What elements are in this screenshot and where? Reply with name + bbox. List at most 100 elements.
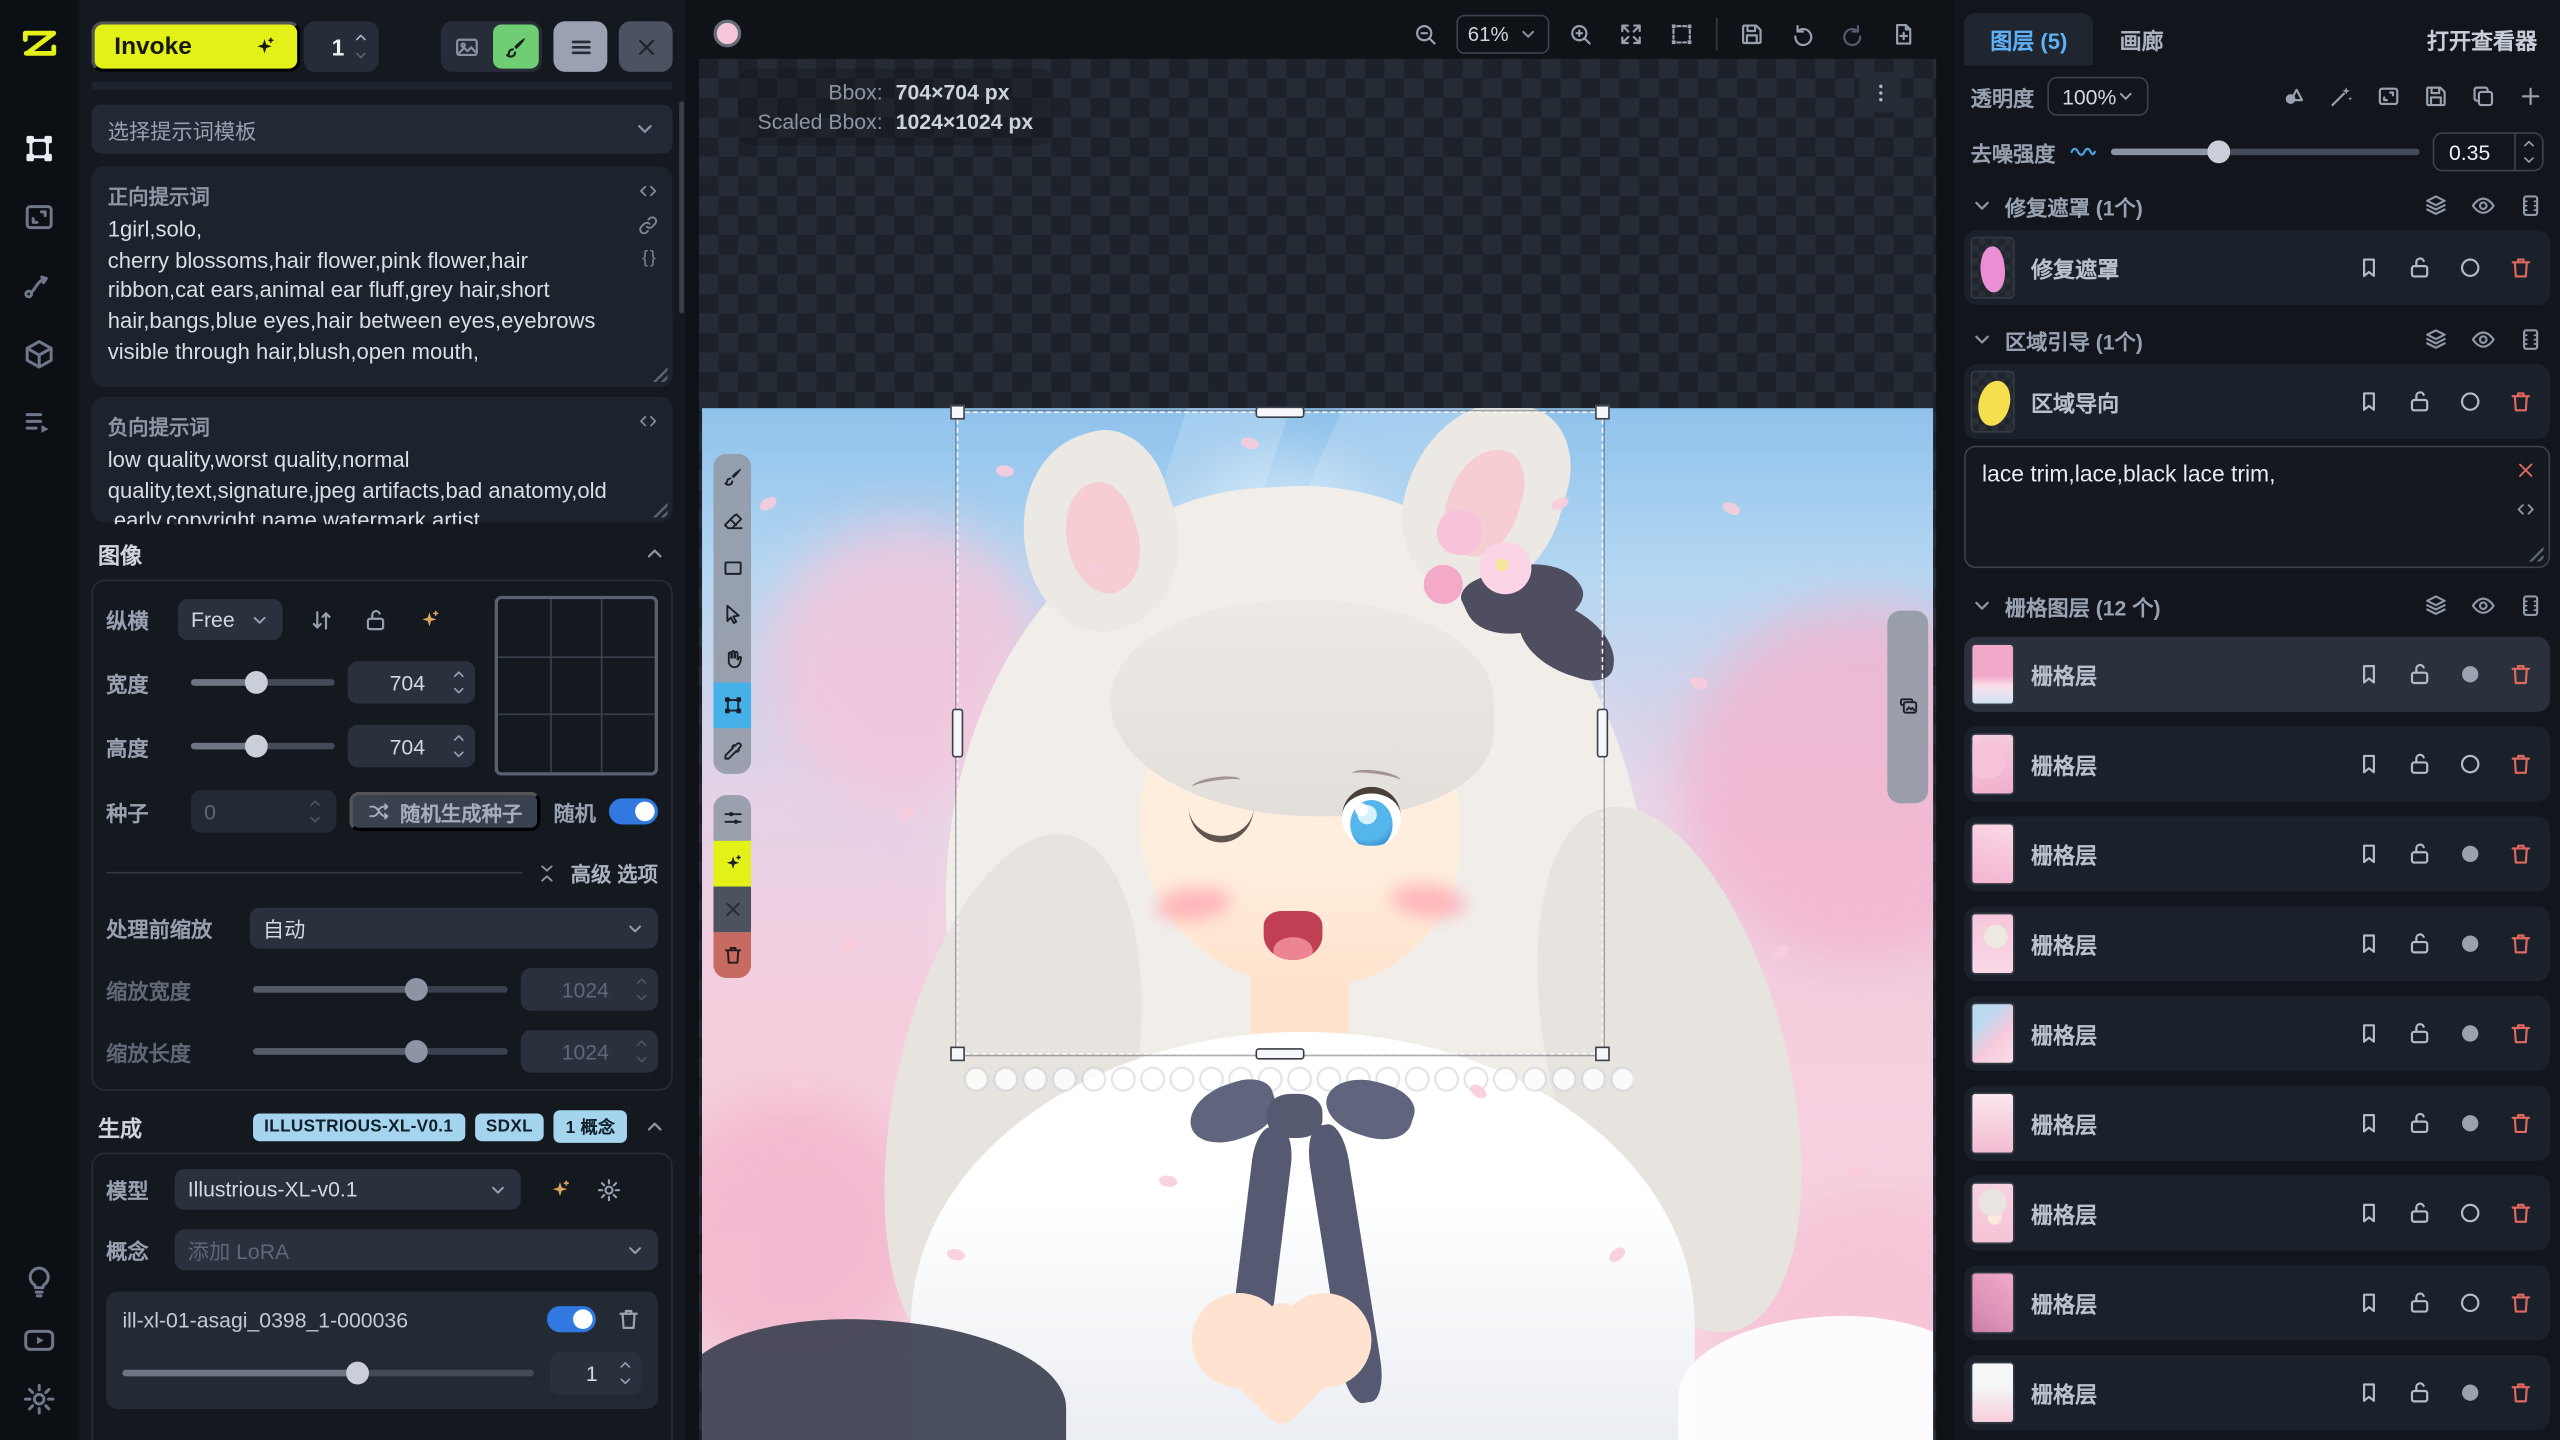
model-sparkle-icon[interactable] xyxy=(547,1176,573,1202)
bookmark-icon[interactable] xyxy=(2356,931,2382,957)
seed-input[interactable]: 0 xyxy=(191,790,336,832)
lora-trash-icon[interactable] xyxy=(616,1306,642,1332)
eyedropper-tool[interactable] xyxy=(713,728,751,774)
bookmark-icon[interactable] xyxy=(2356,1290,2382,1316)
panel-menu-button[interactable] xyxy=(553,21,607,72)
denoise-slider[interactable] xyxy=(2111,149,2420,156)
nav-workflows-icon[interactable] xyxy=(21,268,57,304)
layers-icon[interactable] xyxy=(2423,327,2449,353)
trash-icon[interactable] xyxy=(2508,931,2534,957)
youtube-icon[interactable] xyxy=(21,1322,57,1358)
lock-open-icon[interactable] xyxy=(2407,389,2433,415)
lock-open-icon[interactable] xyxy=(2407,661,2433,687)
increment-icon[interactable] xyxy=(451,666,467,682)
layer-enabled-circle-icon[interactable] xyxy=(2457,661,2483,687)
layers-icon[interactable] xyxy=(2423,193,2449,219)
generation-bbox[interactable] xyxy=(957,411,1604,1054)
width-stepper[interactable]: 704 xyxy=(348,661,475,703)
denoise-stepper[interactable]: 0.35 xyxy=(2433,132,2544,171)
bbox-handle-e[interactable] xyxy=(1597,709,1608,758)
duplicate-icon[interactable] xyxy=(2470,83,2496,109)
link-icon[interactable] xyxy=(637,214,660,237)
canvas-mode-button[interactable] xyxy=(493,24,539,68)
count-decrement-icon[interactable] xyxy=(353,47,369,63)
brush-tool[interactable] xyxy=(713,454,751,500)
random-seed-toggle[interactable] xyxy=(609,798,658,824)
fit-to-screen-button[interactable] xyxy=(1611,15,1650,54)
bookmark-icon[interactable] xyxy=(2356,1020,2382,1046)
decrement-icon[interactable] xyxy=(617,1373,633,1389)
prompt-template-select[interactable]: 选择提示词模板 xyxy=(91,104,672,153)
lock-open-icon[interactable] xyxy=(362,607,388,633)
generation-section-header[interactable]: 生成 ILLUSTRIOUS-XL-V0.1 SDXL 1 概念 xyxy=(91,1109,672,1145)
nav-queue-icon[interactable] xyxy=(21,405,57,441)
embed-code-icon[interactable] xyxy=(637,180,660,203)
bookmark-icon[interactable] xyxy=(2356,751,2382,777)
layer-enabled-circle-icon[interactable] xyxy=(2457,1380,2483,1406)
increment-icon[interactable] xyxy=(617,1357,633,1373)
layer-enabled-circle-icon[interactable] xyxy=(2457,841,2483,867)
rect-tool[interactable] xyxy=(713,545,751,591)
resize-handle[interactable] xyxy=(650,500,668,518)
model-settings-gear-icon[interactable] xyxy=(596,1176,622,1202)
swap-dimensions-icon[interactable] xyxy=(309,607,335,633)
trash-icon[interactable] xyxy=(2508,1290,2534,1316)
bbox-tool-button[interactable] xyxy=(713,682,751,728)
bbox-handle-n[interactable] xyxy=(1256,407,1305,418)
clear-prompt-icon[interactable] xyxy=(2514,459,2537,482)
optimize-size-sparkle-icon[interactable] xyxy=(416,607,442,633)
height-slider[interactable] xyxy=(191,743,335,750)
increment-icon[interactable] xyxy=(2521,136,2537,152)
lock-open-icon[interactable] xyxy=(2407,1380,2433,1406)
regional-guidance-layer-row[interactable]: 区域导向 xyxy=(1964,364,2550,439)
raster-layer-row[interactable]: 栅格层 xyxy=(1964,1265,2550,1340)
layer-enabled-circle-icon[interactable] xyxy=(2457,751,2483,777)
canvas-settings-button[interactable] xyxy=(1935,15,1937,54)
tips-bulb-icon[interactable] xyxy=(21,1264,57,1300)
nav-upscale-icon[interactable] xyxy=(21,199,57,235)
add-lora-select[interactable]: 添加 LoRA xyxy=(175,1229,658,1270)
left-panel-scrollbar[interactable] xyxy=(679,101,684,313)
trash-icon[interactable] xyxy=(2508,661,2534,687)
add-layer-icon[interactable] xyxy=(2518,83,2544,109)
cancel-region-button[interactable] xyxy=(713,887,751,933)
lock-open-icon[interactable] xyxy=(2407,1200,2433,1226)
raster-layer-row[interactable]: 栅格层 xyxy=(1964,906,2550,981)
lora-weight-stepper[interactable]: 1 xyxy=(550,1352,641,1394)
visibility-eye-icon[interactable] xyxy=(2470,327,2496,353)
color-swatch[interactable] xyxy=(713,20,741,48)
zoom-level-select[interactable]: 61% xyxy=(1456,15,1549,54)
visibility-eye-icon[interactable] xyxy=(2470,193,2496,219)
canvas-menu-button[interactable] xyxy=(1860,72,1901,113)
zoom-out-button[interactable] xyxy=(1406,15,1445,54)
raster-layer-row[interactable]: 栅格层 xyxy=(1964,1355,2550,1430)
eraser-tool[interactable] xyxy=(713,500,751,546)
trash-icon[interactable] xyxy=(2508,841,2534,867)
scale-before-select[interactable]: 自动 xyxy=(250,908,658,949)
lock-open-icon[interactable] xyxy=(2407,1020,2433,1046)
filmstrip-icon[interactable] xyxy=(2518,193,2544,219)
open-viewer-link[interactable]: 打开查看器 xyxy=(2427,23,2550,56)
lock-open-icon[interactable] xyxy=(2407,751,2433,777)
save-icon[interactable] xyxy=(2423,83,2449,109)
bookmark-icon[interactable] xyxy=(2356,389,2382,415)
raster-layer-row[interactable]: 栅格层 xyxy=(1964,1176,2550,1251)
opacity-select[interactable]: 100% xyxy=(2047,77,2148,116)
braces-icon[interactable]: { } xyxy=(642,248,654,268)
image-advanced-options[interactable]: 高级 选项 xyxy=(106,857,658,888)
regional-section-header[interactable]: 区域引导 (1个) xyxy=(1964,322,2550,358)
queue-count-stepper[interactable]: 1 xyxy=(304,21,379,72)
magic-wand-icon[interactable] xyxy=(2328,83,2354,109)
filmstrip-icon[interactable] xyxy=(2518,327,2544,353)
filmstrip-icon[interactable] xyxy=(2518,593,2544,619)
layers-icon[interactable] xyxy=(2423,593,2449,619)
bookmark-icon[interactable] xyxy=(2356,661,2382,687)
width-slider[interactable] xyxy=(191,679,335,686)
raster-layer-row[interactable]: 栅格层 xyxy=(1964,1086,2550,1161)
save-canvas-button[interactable] xyxy=(1732,15,1771,54)
trash-icon[interactable] xyxy=(2508,751,2534,777)
layer-enabled-circle-icon[interactable] xyxy=(2457,931,2483,957)
layer-enabled-circle-icon[interactable] xyxy=(2457,1020,2483,1046)
trash-icon[interactable] xyxy=(2508,1110,2534,1136)
tab-gallery[interactable]: 画廊 xyxy=(2093,13,2189,65)
